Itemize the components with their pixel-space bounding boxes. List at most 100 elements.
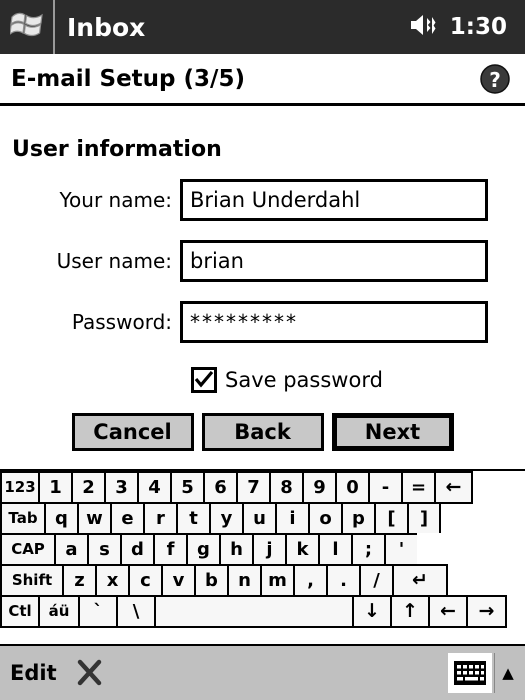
user-name-label: User name: [56, 249, 172, 273]
key-l[interactable]: l [318, 533, 353, 566]
keyboard-row-1: 123 1 2 3 4 5 6 7 8 9 0- = ← [0, 471, 525, 504]
key-u[interactable]: u [242, 502, 277, 535]
key-\[interactable]: \ [116, 595, 156, 628]
bottom-command-bar: Edit ▲ [0, 644, 525, 700]
field-row-your-name: Your name: Brian Underdahl [0, 179, 525, 221]
key-n[interactable]: n [227, 564, 262, 597]
key-s[interactable]: s [87, 533, 122, 566]
pocketpc-screen: Inbox 1:30 E-mail Setup (3/5) ? User inf… [0, 0, 525, 700]
clock-label: 1:30 [449, 14, 507, 40]
key-Tab[interactable]: Tab [0, 502, 46, 535]
arrow-left-key[interactable]: ← [428, 595, 468, 628]
key-y[interactable]: y [209, 502, 244, 535]
key-][interactable]: ] [407, 502, 441, 535]
key-k[interactable]: k [285, 533, 320, 566]
key-v[interactable]: v [161, 564, 196, 597]
keyboard-row-4: Shift z x c v b n m,. / ↵ [0, 564, 525, 597]
arrow-up-key[interactable]: ↑ [390, 595, 430, 628]
section-title: User information [12, 137, 222, 162]
svg-text:?: ? [489, 68, 501, 92]
password-input[interactable]: ********* [180, 301, 488, 343]
key-o[interactable]: o [308, 502, 343, 535]
key-w[interactable]: w [77, 502, 112, 535]
keyboard-row-3: CAP a s d f g h j k l; ' [0, 533, 525, 566]
key-,[interactable]: , [293, 564, 328, 597]
keyboard-icon[interactable] [448, 653, 492, 693]
key-0[interactable]: 0 [335, 471, 370, 504]
key-`[interactable]: ` [78, 595, 118, 628]
key-z[interactable]: z [62, 564, 97, 597]
key-7[interactable]: 7 [236, 471, 271, 504]
password-label: Password: [71, 310, 172, 334]
titlebar-status-area: 1:30 [409, 12, 507, 42]
space-key[interactable] [154, 595, 354, 628]
key-4[interactable]: 4 [137, 471, 172, 504]
title-bar: Inbox 1:30 [0, 0, 525, 54]
cancel-button[interactable]: Cancel [71, 413, 194, 451]
key-=[interactable]: = [401, 471, 436, 504]
cut-scissors-icon[interactable] [73, 656, 107, 690]
key-2[interactable]: 2 [71, 471, 106, 504]
key-c[interactable]: c [128, 564, 163, 597]
key-/[interactable]: / [359, 564, 394, 597]
key-p[interactable]: p [341, 502, 376, 535]
save-password-checkbox[interactable] [191, 367, 217, 393]
key-9[interactable]: 9 [302, 471, 337, 504]
sip-controls: ▲ [448, 653, 521, 693]
key-1[interactable]: 1 [38, 471, 73, 504]
backspace-key[interactable]: ← [434, 471, 473, 504]
keyboard-filler [417, 533, 461, 566]
key-8[interactable]: 8 [269, 471, 304, 504]
edit-menu-button[interactable]: Edit [10, 661, 57, 685]
key-3[interactable]: 3 [104, 471, 139, 504]
key-Ctl[interactable]: Ctl [0, 595, 40, 628]
checkmark-icon [194, 370, 214, 388]
your-name-input[interactable]: Brian Underdahl [180, 179, 488, 221]
key-d[interactable]: d [120, 533, 155, 566]
windows-flag-icon [8, 10, 44, 44]
keyboard-row-2: Tab q w e r t y u i o p[] [0, 502, 525, 535]
key-[[interactable]: [ [374, 502, 409, 535]
key-q[interactable]: q [44, 502, 79, 535]
save-password-label: Save password [225, 368, 383, 392]
speaker-icon[interactable] [409, 12, 441, 42]
arrow-right-key[interactable]: → [466, 595, 507, 628]
key-b[interactable]: b [194, 564, 229, 597]
key-.[interactable]: . [326, 564, 361, 597]
key-áü[interactable]: áü [38, 595, 80, 628]
your-name-label: Your name: [59, 188, 172, 212]
key-123[interactable]: 123 [0, 471, 40, 504]
soft-input-panel-keyboard[interactable]: 123 1 2 3 4 5 6 7 8 9 0- = ← Tab q w e r t y u i o p[] CAP a s d f g h… [0, 469, 525, 644]
key-m[interactable]: m [260, 564, 295, 597]
key--[interactable]: - [368, 471, 403, 504]
key-i[interactable]: i [275, 502, 310, 535]
key-f[interactable]: f [153, 533, 188, 566]
key-h[interactable]: h [219, 533, 254, 566]
save-password-row[interactable]: Save password [191, 367, 383, 393]
back-button[interactable]: Back [201, 413, 324, 451]
key-;[interactable]: ; [351, 533, 386, 566]
key-x[interactable]: x [95, 564, 130, 597]
user-name-input[interactable]: brian [180, 240, 488, 282]
keyboard-row-5: Ctl áü ` \ ↓ ↑ ← → [0, 595, 525, 628]
key-6[interactable]: 6 [203, 471, 238, 504]
key-j[interactable]: j [252, 533, 287, 566]
arrow-down-key[interactable]: ↓ [352, 595, 392, 628]
key-r[interactable]: r [143, 502, 178, 535]
key-'[interactable]: ' [384, 533, 419, 566]
app-title: Inbox [67, 12, 146, 42]
sip-selector-arrow-button[interactable]: ▲ [494, 653, 521, 693]
enter-key[interactable]: ↵ [392, 564, 448, 597]
help-question-icon[interactable]: ? [479, 63, 511, 95]
key-Shift[interactable]: Shift [0, 564, 64, 597]
key-5[interactable]: 5 [170, 471, 205, 504]
key-e[interactable]: e [110, 502, 145, 535]
key-g[interactable]: g [186, 533, 221, 566]
start-menu-button[interactable] [0, 0, 55, 54]
field-row-password: Password: ********* [0, 301, 525, 343]
next-button[interactable]: Next [331, 413, 454, 451]
key-t[interactable]: t [176, 502, 211, 535]
key-a[interactable]: a [54, 533, 89, 566]
dialog-button-row: Cancel Back Next [0, 413, 525, 451]
key-CAP[interactable]: CAP [0, 533, 56, 566]
